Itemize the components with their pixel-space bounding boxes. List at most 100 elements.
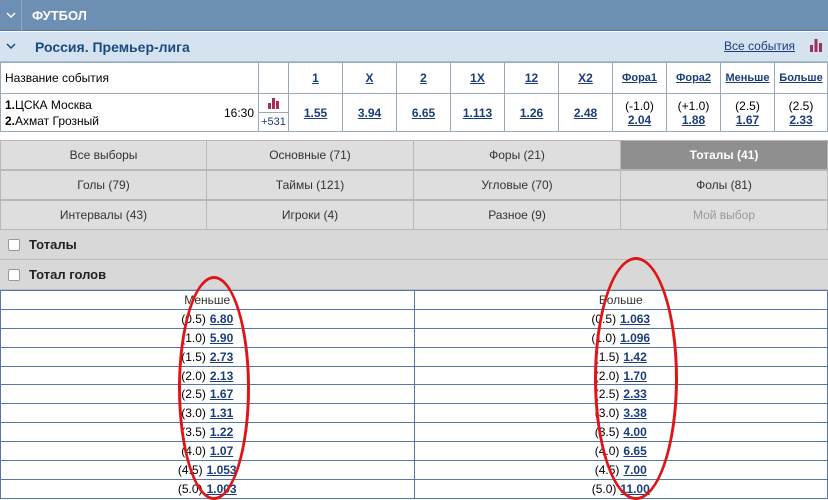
category-handicaps[interactable]: Форы (21) (414, 140, 621, 170)
category-fouls[interactable]: Фолы (81) (621, 170, 828, 200)
under-total-odd[interactable]: 6.80 (210, 312, 233, 326)
odd-1[interactable]: 1.55 (304, 106, 327, 120)
league-title: Россия. Премьер-лига (35, 38, 190, 55)
section-checkbox[interactable] (8, 238, 20, 251)
total-param: (4.0) (594, 444, 620, 459)
col-x-header[interactable]: X (342, 62, 397, 94)
total-param: (1.0) (591, 330, 617, 345)
odd-cell: 1.55 (288, 93, 343, 132)
total-param: (1.5) (181, 349, 206, 364)
total-param: (4.5) (177, 462, 203, 477)
col-1-header[interactable]: 1 (288, 62, 343, 94)
odd-2[interactable]: 6.65 (412, 106, 435, 120)
under-total-cell: (3.5) 1.22 (0, 422, 415, 443)
category-totals[interactable]: Тоталы (41) (621, 140, 828, 170)
col-2-header[interactable]: 2 (396, 62, 451, 94)
odd-x[interactable]: 3.94 (358, 106, 381, 120)
section-total-goals[interactable]: Тотал голов (0, 260, 828, 290)
total-row: (2.5) 1.67 (2.5) 2.33 (0, 384, 828, 405)
event-name-cell[interactable]: 1.ЦСКА Москва 2.Ахмат Грозный 16:30 (0, 93, 259, 132)
category-halves[interactable]: Таймы (121) (207, 170, 414, 200)
category-my-choice[interactable]: Мой выбор (621, 200, 828, 230)
all-events-link[interactable]: Все события (724, 39, 795, 53)
category-all[interactable]: Все выборы (0, 140, 207, 170)
under-total-odd[interactable]: 2.73 (210, 350, 233, 364)
chevron-down-icon[interactable] (0, 0, 22, 31)
event-row: 1.ЦСКА Москва 2.Ахмат Грозный 16:30 +531… (0, 93, 828, 132)
more-markets-count[interactable]: +531 (259, 113, 288, 131)
odd-cell: 3.94 (342, 93, 397, 132)
col-1x-header[interactable]: 1X (450, 62, 505, 94)
under-total-odd[interactable]: 1.67 (210, 387, 233, 401)
over-total-odd[interactable]: 1.42 (623, 350, 646, 364)
category-main[interactable]: Основные (71) (207, 140, 414, 170)
total-row: (4.0) 1.07 (4.0) 6.65 (0, 441, 828, 462)
team1-name: ЦСКА Москва (15, 97, 92, 112)
over-total-odd[interactable]: 7.00 (623, 463, 646, 477)
total-param: (3.0) (181, 406, 206, 421)
under-total-odd[interactable]: 1.07 (210, 444, 233, 458)
odd-cell: (+1.0) 1.88 (666, 93, 721, 132)
under-total-odd[interactable]: 1.003 (207, 482, 237, 496)
total-row: (3.5) 1.22 (3.5) 4.00 (0, 422, 828, 443)
odd-1x[interactable]: 1.113 (463, 106, 492, 120)
section-totals[interactable]: Тоталы (0, 230, 828, 260)
over-total-cell: (2.0) 1.70 (413, 365, 828, 386)
col-12-header[interactable]: 12 (504, 62, 559, 94)
over-total-cell: (3.0) 3.38 (413, 403, 828, 424)
chevron-down-icon[interactable] (0, 32, 22, 62)
odd-under[interactable]: 1.67 (736, 113, 759, 127)
odd-cell: (2.5) 2.33 (774, 93, 828, 132)
over-total-cell: (1.0) 1.096 (413, 327, 828, 348)
col-over-header[interactable]: Больше (774, 62, 828, 94)
total-param: (1.5) (594, 349, 620, 364)
over-total-odd[interactable]: 1.096 (620, 331, 650, 345)
odd-fora1[interactable]: 2.04 (628, 113, 651, 127)
under-column-header: Меньше (0, 290, 415, 310)
total-param: (1.0) (181, 330, 206, 345)
total-param: (5.0) (177, 481, 203, 496)
over-total-odd[interactable]: 6.65 (623, 444, 646, 458)
over-total-odd[interactable]: 3.38 (623, 406, 646, 420)
odd-x2[interactable]: 2.48 (574, 106, 597, 120)
over-total-odd[interactable]: 2.33 (623, 387, 646, 401)
category-goals[interactable]: Голы (79) (0, 170, 207, 200)
under-total-cell: (3.0) 1.31 (0, 403, 415, 424)
odd-over[interactable]: 2.33 (789, 113, 812, 127)
over-total-odd[interactable]: 1.70 (623, 369, 646, 383)
under-total-cell: (4.0) 1.07 (0, 441, 415, 462)
category-players[interactable]: Игроки (4) (207, 200, 414, 230)
over-total-odd[interactable]: 1.063 (620, 312, 650, 326)
sport-title: ФУТБОЛ (32, 7, 87, 23)
col-fora2-header[interactable]: Фора2 (666, 62, 721, 94)
odd-cell: 6.65 (396, 93, 451, 132)
odd-fora2[interactable]: 1.88 (682, 113, 705, 127)
stats-icon[interactable] (810, 39, 822, 55)
total-param: (0.5) (591, 311, 617, 326)
under-total-odd[interactable]: 1.22 (210, 425, 233, 439)
under-total-odd[interactable]: 5.90 (210, 331, 233, 345)
under-total-odd[interactable]: 2.13 (210, 369, 233, 383)
col-under-header[interactable]: Меньше (720, 62, 775, 94)
total-param: (0.5) (181, 311, 206, 326)
section-checkbox[interactable] (8, 268, 20, 281)
odd-cell: 2.48 (558, 93, 613, 132)
bar-chart-icon[interactable] (259, 94, 288, 113)
over-total-odd[interactable]: 11.00 (620, 482, 649, 496)
section-title: Тоталы (29, 237, 77, 252)
category-corners[interactable]: Угловые (70) (414, 170, 621, 200)
col-fora1-header[interactable]: Фора1 (612, 62, 667, 94)
category-intervals[interactable]: Интервалы (43) (0, 200, 207, 230)
under-total-odd[interactable]: 1.053 (207, 463, 237, 477)
total-row: (3.0) 1.31 (3.0) 3.38 (0, 403, 828, 424)
odd-cell: (2.5) 1.67 (720, 93, 775, 132)
event-time: 16:30 (223, 105, 254, 120)
col-x2-header[interactable]: X2 (558, 62, 613, 94)
over-total-cell: (3.5) 4.00 (413, 422, 828, 443)
under-total-odd[interactable]: 1.31 (210, 406, 233, 420)
total-row: (1.0) 5.90 (1.0) 1.096 (0, 327, 828, 348)
category-misc[interactable]: Разное (9) (414, 200, 621, 230)
under-total-cell: (2.5) 1.67 (0, 384, 415, 405)
odd-12[interactable]: 1.26 (520, 106, 543, 120)
over-total-odd[interactable]: 4.00 (623, 425, 646, 439)
